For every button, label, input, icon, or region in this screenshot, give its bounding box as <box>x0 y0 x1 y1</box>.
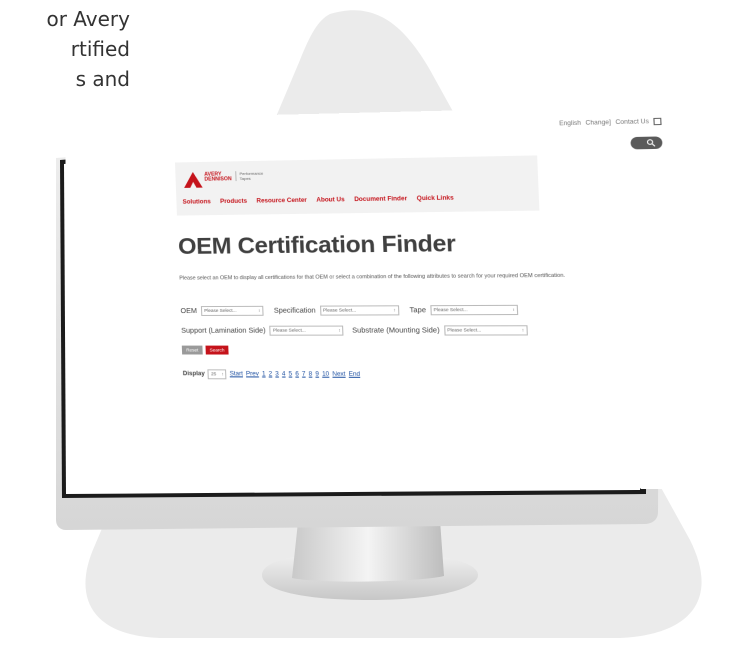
logo-tagline: Performance Tapes <box>235 170 264 182</box>
specification-select[interactable]: Please Select... <box>319 305 400 316</box>
pager-page[interactable]: 2 <box>269 372 273 378</box>
substrate-select[interactable]: Please Select... <box>443 325 528 336</box>
pager-page[interactable]: 6 <box>295 372 299 378</box>
pager-prev[interactable]: Prev <box>246 371 259 377</box>
utility-bar: English Change] Contact Us <box>558 117 662 128</box>
pager-page[interactable]: 7 <box>302 372 306 378</box>
change-language-link[interactable]: Change] <box>585 119 611 126</box>
display-count-select[interactable]: 25 <box>207 369 227 380</box>
pager-end[interactable]: End <box>349 372 361 378</box>
search-icon <box>646 139 655 147</box>
nav-item-solutions[interactable]: Solutions <box>183 199 211 205</box>
logo-wordmark: AVERY DENNISON <box>204 171 232 183</box>
display-label: Display <box>182 371 205 378</box>
search-button[interactable] <box>630 136 663 150</box>
page-title: OEM Certification Finder <box>177 229 457 259</box>
language-label: English <box>558 120 582 127</box>
pager-page[interactable]: 10 <box>322 372 329 378</box>
reset-button[interactable]: Reset <box>181 345 203 355</box>
pager-page[interactable]: 4 <box>282 372 286 378</box>
nav-item-products[interactable]: Products <box>220 199 247 205</box>
pager-page[interactable]: 1 <box>262 371 266 377</box>
search-submit-button[interactable]: Search <box>205 345 229 355</box>
nav-item-about-us[interactable]: About Us <box>316 197 345 203</box>
specification-label: Specification <box>273 307 316 315</box>
nav-item-resource-center[interactable]: Resource Center <box>256 198 307 205</box>
support-label: Support (Lamination Side) <box>181 327 266 335</box>
tape-label: Tape <box>409 306 427 314</box>
grid-icon[interactable] <box>653 117 662 126</box>
site-header: AVERY DENNISON Performance Tapes Solutio… <box>174 155 540 216</box>
pager-page[interactable]: 8 <box>309 372 313 378</box>
main-nav: Solutions Products Resource Center About… <box>183 196 454 206</box>
filter-row-1: OEM Please Select... Specification Pleas… <box>180 304 519 316</box>
oem-label: OEM <box>180 307 198 315</box>
pager-start[interactable]: Start <box>230 371 243 377</box>
contact-link[interactable]: Contact Us <box>615 119 649 126</box>
nav-item-quick-links[interactable]: Quick Links <box>417 196 454 203</box>
pager-next[interactable]: Next <box>332 372 345 378</box>
substrate-label: Substrate (Mounting Side) <box>352 326 440 335</box>
nav-item-document-finder[interactable]: Document Finder <box>354 196 407 203</box>
pager-page[interactable]: 5 <box>289 372 293 378</box>
oem-select[interactable]: Please Select... <box>200 305 264 316</box>
monitor-screen: English Change] Contact Us AVERY DENNISO… <box>64 104 696 490</box>
page-description: Please select an OEM to display all cert… <box>179 272 566 282</box>
filter-row-2: Support (Lamination Side) Please Select.… <box>181 325 528 336</box>
tape-select[interactable]: Please Select... <box>430 304 519 316</box>
pager-page[interactable]: 3 <box>275 372 279 378</box>
pagination: Display 25 Start Prev 1 2 3 4 5 6 7 8 9 … <box>183 369 361 380</box>
support-select[interactable]: Please Select... <box>269 325 344 336</box>
pager-page[interactable]: 9 <box>315 372 319 378</box>
